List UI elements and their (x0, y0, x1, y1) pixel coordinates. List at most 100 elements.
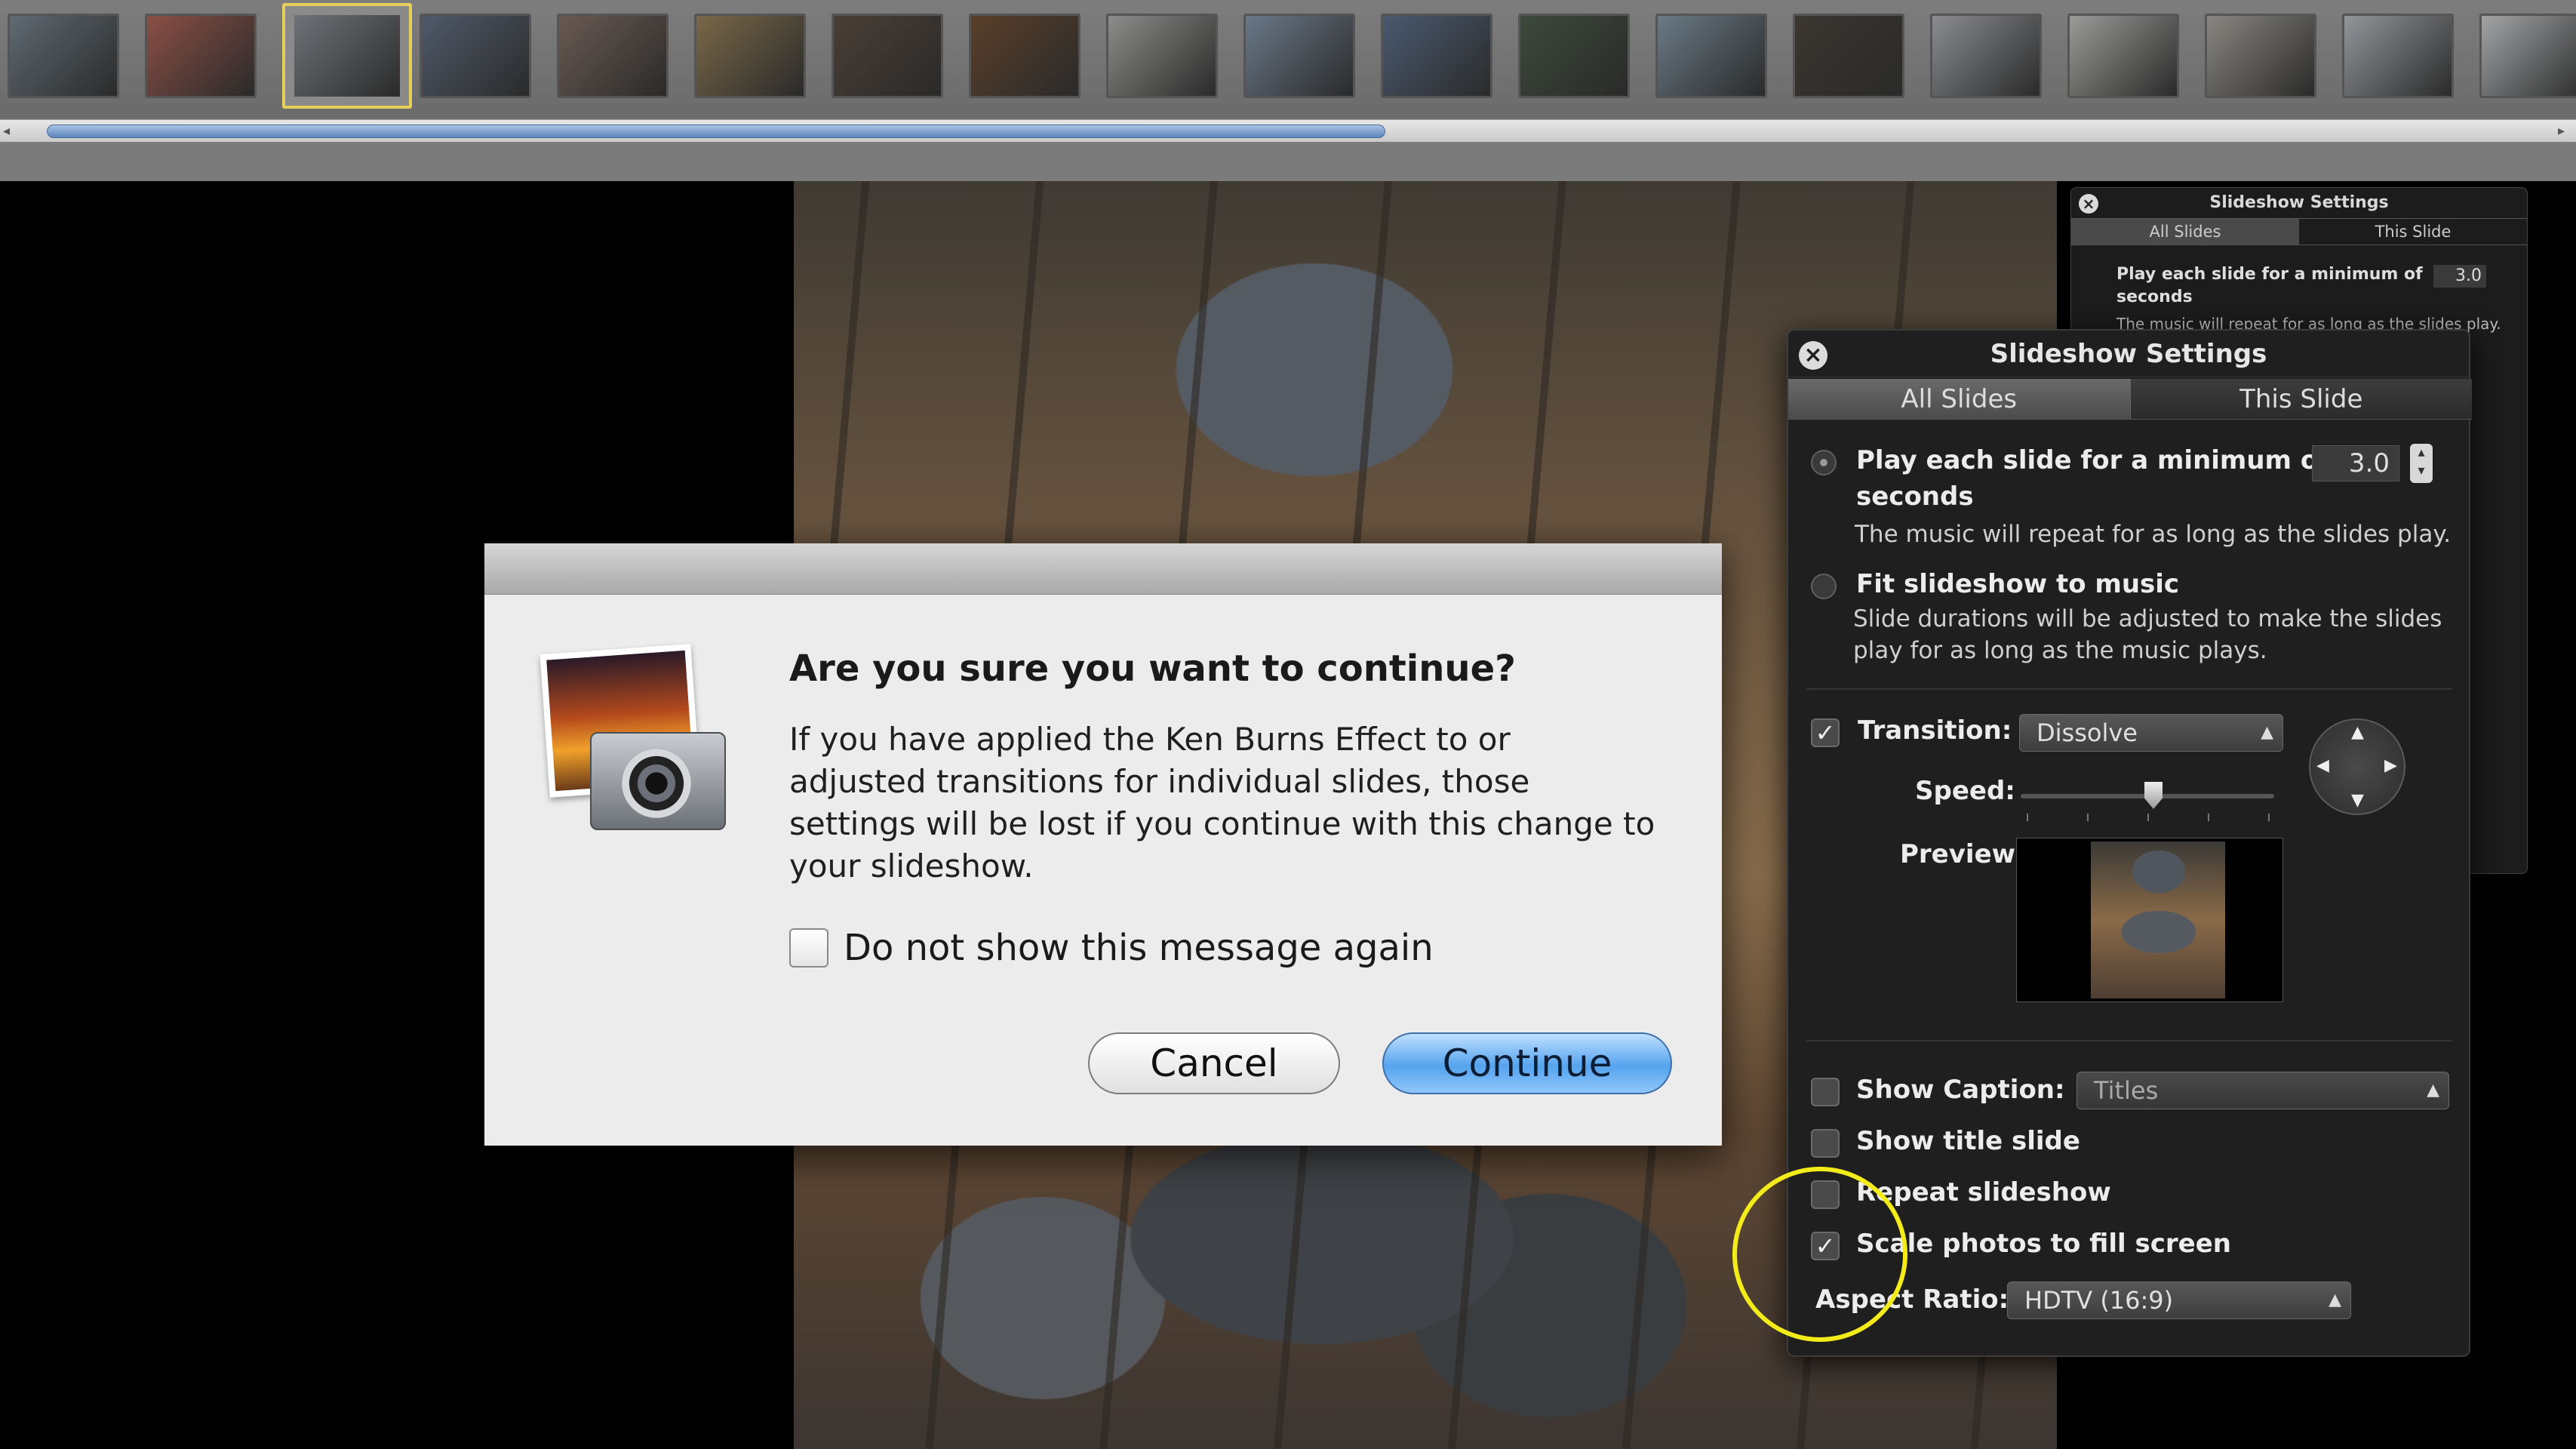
seconds-label: seconds (1856, 481, 1974, 512)
tab-this-slide[interactable]: This Slide (2129, 379, 2472, 419)
thumbnail-image (2070, 16, 2177, 96)
thumbnail-image (422, 16, 529, 96)
tab-all-slides[interactable]: All Slides (1788, 379, 2130, 419)
filmstrip-thumbnail[interactable] (694, 14, 806, 98)
filmstrip-thumbnail[interactable] (2479, 14, 2576, 98)
aspect-ratio-value: HDTV (16:9) (2024, 1286, 2174, 1315)
up-arrow-icon[interactable]: ▲ (2351, 723, 2364, 742)
filmstrip-thumbnail[interactable] (420, 14, 531, 98)
left-arrow-icon[interactable]: ◀ (2316, 756, 2329, 775)
filmstrip-thumbnail[interactable] (1243, 14, 1355, 98)
filmstrip-thumbnail[interactable] (832, 14, 943, 98)
down-arrow-icon[interactable]: ▼ (2351, 791, 2364, 810)
aspect-ratio-popup[interactable]: HDTV (16:9) ▲ (2007, 1281, 2351, 1319)
popup-arrows-icon: ▲ (2427, 1081, 2439, 1100)
cancel-button[interactable]: Cancel (1088, 1032, 1340, 1094)
close-icon[interactable]: × (1799, 341, 1827, 370)
show-title-slide-label: Show title slide (1856, 1126, 2080, 1156)
duration-stepper[interactable]: ▴ ▾ (2410, 444, 2433, 483)
filmstrip-thumbnail[interactable] (2205, 14, 2316, 98)
show-caption-label: Show Caption: (1856, 1075, 2065, 1105)
continue-button[interactable]: Continue (1382, 1032, 1672, 1094)
thumbnail-image (1108, 16, 1216, 96)
transition-popup[interactable]: Dissolve ▲ (2019, 714, 2283, 752)
transition-label: Transition: (1858, 715, 2012, 746)
do-not-show-label: Do not show this message again (844, 927, 1434, 969)
thumbnail-image (696, 16, 804, 96)
scroll-left-arrow-icon[interactable]: ◂ (3, 123, 10, 139)
preview-label: Preview: (1900, 839, 2026, 869)
filmstrip-thumbnail-selected[interactable] (282, 3, 412, 109)
fit-music-radio[interactable] (1811, 574, 1837, 599)
fit-music-note-1: Slide durations will be adjusted to make… (1853, 605, 2442, 632)
thumbnail-image (1520, 16, 1628, 96)
thumbnail-image (971, 16, 1078, 96)
camera-icon (590, 732, 726, 830)
scroll-right-arrow-icon[interactable]: ▸ (2558, 123, 2565, 139)
play-each-label: Play each slide for a minimum of (1856, 445, 2329, 475)
tab-this-slide[interactable]: This Slide (2299, 219, 2527, 245)
close-icon[interactable]: × (2079, 194, 2098, 214)
caption-popup[interactable]: Titles ▲ (2076, 1072, 2449, 1109)
slider-tick (2208, 814, 2209, 821)
speed-label: Speed: (1915, 776, 2015, 806)
filmstrip-thumbnail[interactable] (1381, 14, 1492, 98)
repeat-slideshow-label: Repeat slideshow (1856, 1177, 2111, 1208)
show-caption-checkbox[interactable]: ✓ (1811, 1078, 1840, 1106)
filmstrip-scrollbar[interactable]: ◂ ▸ (0, 119, 2576, 142)
right-arrow-icon[interactable]: ▶ (2384, 756, 2397, 775)
camera-lens-icon (622, 749, 691, 818)
popup-arrows-icon: ▲ (2261, 723, 2273, 742)
thumbnail-image (2482, 16, 2576, 96)
caption-value: Titles (2094, 1076, 2159, 1105)
transition-preview (2016, 838, 2283, 1002)
iphoto-app-icon (539, 644, 726, 838)
filmstrip-thumbnail[interactable] (1106, 14, 1218, 98)
thumbnail-image (834, 16, 941, 96)
slider-tick (2027, 814, 2028, 821)
filmstrip-scroll-knob[interactable] (47, 125, 1385, 138)
transition-value: Dissolve (2037, 718, 2138, 747)
show-title-slide-checkbox[interactable]: ✓ (1811, 1129, 1840, 1158)
filmstrip-thumbnail[interactable] (1930, 14, 2042, 98)
thumbnail-image (1383, 16, 1490, 96)
thumbnail-image (2207, 16, 2314, 96)
speed-slider-thumb[interactable] (2144, 782, 2163, 809)
play-each-radio[interactable] (1811, 450, 1837, 475)
filmstrip-thumbnail[interactable] (2342, 14, 2454, 98)
filmstrip-thumbnail[interactable] (969, 14, 1081, 98)
filmstrip-thumbnail[interactable] (1518, 14, 1630, 98)
filmstrip-thumbnail[interactable] (2067, 14, 2179, 98)
play-each-label: Play each slide for a minimum of seconds (2116, 265, 2423, 306)
filmstrip (0, 0, 2576, 125)
popup-arrows-icon: ▲ (2329, 1291, 2341, 1309)
play-duration-field[interactable]: 3.0 (2312, 445, 2399, 481)
slider-tick (2268, 814, 2270, 821)
tab-all-slides[interactable]: All Slides (2071, 219, 2299, 245)
thumbnail-image (1658, 16, 1765, 96)
dialog-message: If you have applied the Ken Burns Effect… (789, 721, 1655, 884)
slider-tick (2087, 814, 2089, 821)
filmstrip-thumbnail[interactable] (557, 14, 669, 98)
direction-pad[interactable]: ▲ ▼ ◀ ▶ (2309, 718, 2405, 815)
filmstrip-thumbnail[interactable] (1793, 14, 1904, 98)
filmstrip-thumbnail[interactable] (145, 14, 257, 98)
panel-tabs: All Slides This Slide (1788, 379, 2472, 420)
play-duration-field[interactable]: 3.0 (2433, 265, 2486, 288)
divider (1806, 1040, 2452, 1041)
panel-title: Slideshow Settings (2209, 193, 2389, 212)
do-not-show-checkbox-row[interactable]: Do not show this message again (789, 927, 1434, 969)
panel-title: Slideshow Settings (1788, 331, 2469, 377)
thumbnail-image (1246, 16, 1353, 96)
filmstrip-thumbnail[interactable] (1655, 14, 1767, 98)
divider (1806, 688, 2452, 690)
filmstrip-base (0, 142, 2576, 181)
transition-checkbox[interactable]: ✓ (1811, 718, 1840, 747)
thumbnail-image (10, 16, 117, 96)
fit-music-note-2: play for as long as the music plays. (1853, 637, 2267, 664)
thumbnail-image (2344, 16, 2452, 96)
filmstrip-thumbnail[interactable] (8, 14, 119, 98)
slider-tick (2147, 814, 2149, 821)
thumbnail-image (1932, 16, 2040, 96)
do-not-show-checkbox[interactable] (789, 928, 828, 968)
